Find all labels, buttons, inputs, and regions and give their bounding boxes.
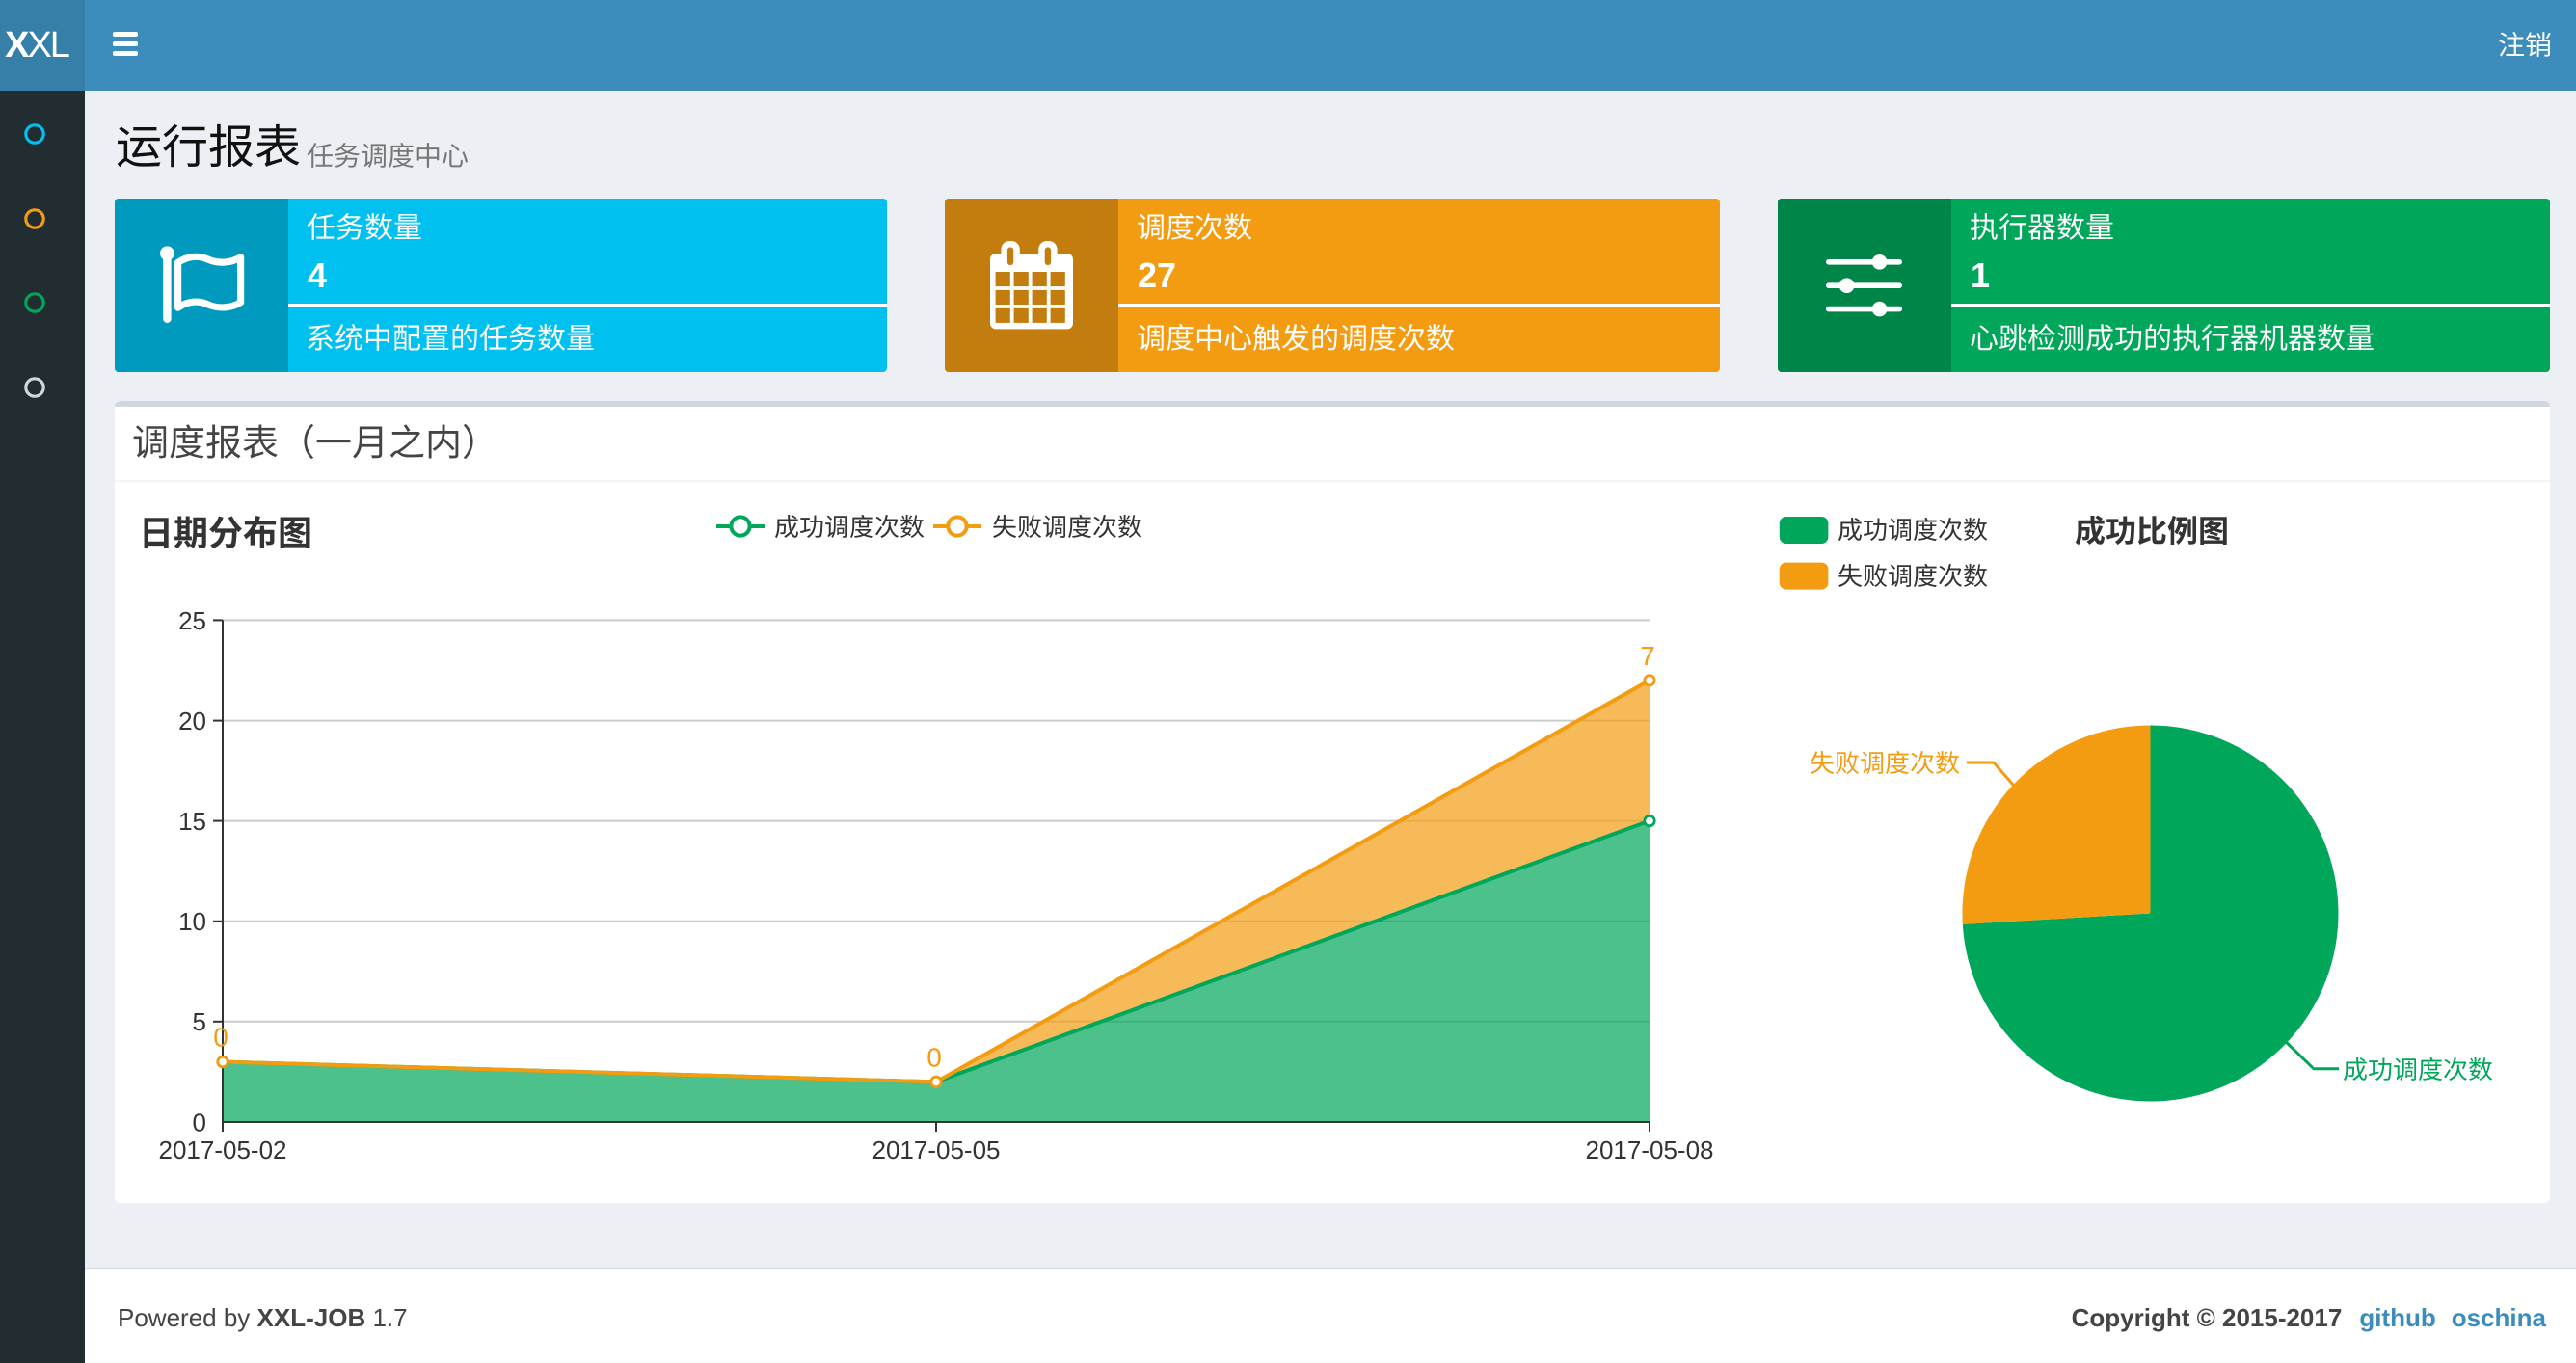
svg-text:0: 0 [926, 1042, 942, 1072]
svg-text:5: 5 [193, 1007, 206, 1036]
svg-text:25: 25 [178, 606, 206, 635]
svg-text:2017-05-05: 2017-05-05 [872, 1136, 1001, 1164]
svg-text:10: 10 [178, 907, 206, 936]
svg-text:15: 15 [178, 807, 206, 836]
svg-text:2017-05-02: 2017-05-02 [159, 1136, 287, 1164]
svg-text:0: 0 [213, 1023, 228, 1053]
svg-text:20: 20 [178, 707, 206, 735]
svg-text:7: 7 [1640, 641, 1655, 671]
svg-text:2017-05-08: 2017-05-08 [1586, 1136, 1714, 1164]
svg-text:0: 0 [193, 1108, 206, 1136]
